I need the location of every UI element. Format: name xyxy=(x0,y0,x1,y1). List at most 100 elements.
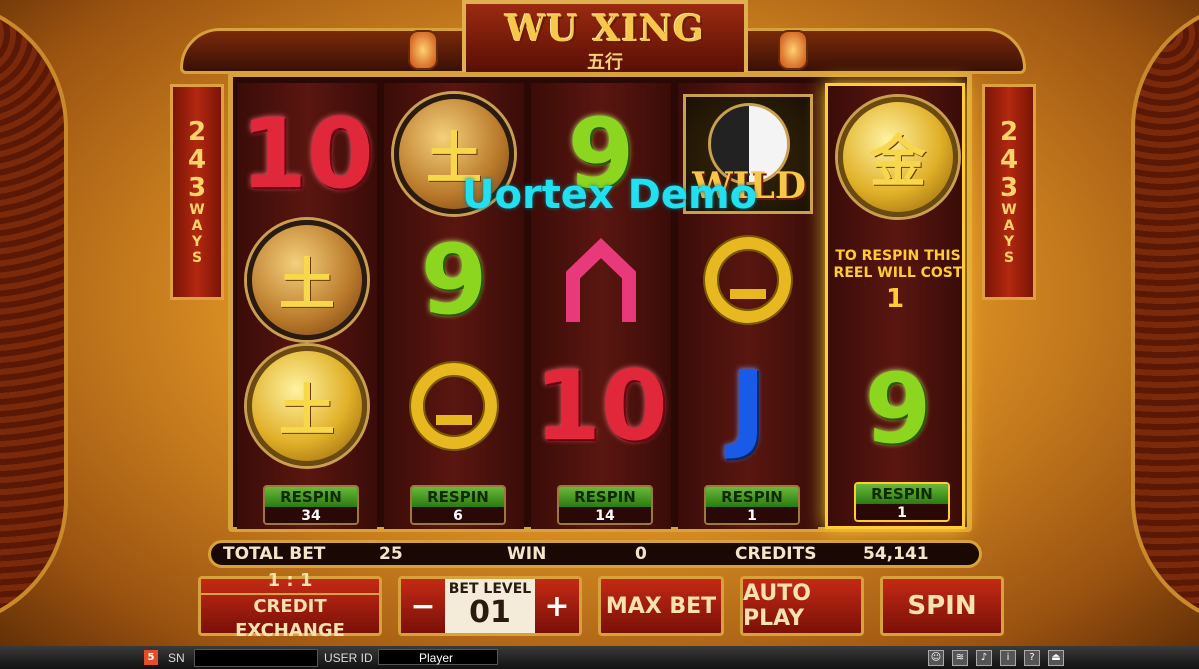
earth-coin-icon: 土 xyxy=(247,346,367,466)
symbol-earth-coin: 土 xyxy=(237,215,377,345)
credit-exchange-label: CREDIT EXCHANGE xyxy=(201,593,379,643)
lantern-icon xyxy=(778,30,808,70)
reel-3: 9 10 RESPIN 14 xyxy=(531,83,671,529)
symbol-nine: 9 xyxy=(828,344,968,474)
symbol-text: 9 xyxy=(864,353,932,465)
info-bar: TOTAL BET 25 WIN 0 CREDITS 54,141 xyxy=(208,540,982,568)
credit-exchange-button[interactable]: 1 : 1 CREDIT EXCHANGE xyxy=(198,570,382,641)
symbol-text: 9 xyxy=(420,224,488,336)
exchange-ratio: 1 : 1 xyxy=(267,570,313,591)
signal-icon[interactable]: ≋ xyxy=(952,650,968,666)
symbol-jack: J xyxy=(678,341,818,471)
bet-level-control: − BET LEVEL 01 + xyxy=(398,576,582,636)
symbol-nine: 9 xyxy=(384,215,524,345)
user-id-label: USER ID xyxy=(324,651,373,665)
bet-level-value: 01 xyxy=(469,595,511,630)
ace-symbol-icon xyxy=(566,238,636,322)
exit-icon[interactable]: ⏏ xyxy=(1048,650,1064,666)
symbol-ten: 10 xyxy=(531,341,671,471)
symbol-text: 10 xyxy=(534,350,668,462)
reel-1: 10 土 土 RESPIN 34 xyxy=(237,83,377,529)
symbol-metal-coin: 金 xyxy=(828,92,968,222)
symbol-text: J xyxy=(730,350,766,462)
respin-button-reel-2[interactable]: RESPIN 6 xyxy=(410,485,506,525)
ways-letter: A xyxy=(191,218,203,234)
user-id-field: Player xyxy=(378,649,498,665)
ways-banner-left: 2 4 3 W A Y S xyxy=(170,84,224,300)
bet-decrease-button[interactable]: − xyxy=(401,579,445,633)
respin-label: RESPIN xyxy=(559,487,651,507)
ways-digit: 2 xyxy=(999,117,1019,147)
ways-digit: 3 xyxy=(187,173,207,203)
ways-digit: 3 xyxy=(999,173,1019,203)
bet-increase-button[interactable]: + xyxy=(535,579,579,633)
respin-button-reel-1[interactable]: RESPIN 34 xyxy=(263,485,359,525)
credits-label: CREDITS xyxy=(735,544,817,564)
ways-letter: W xyxy=(189,202,205,218)
respin-label: RESPIN xyxy=(856,484,948,504)
auto-play-button[interactable]: AUTO PLAY xyxy=(740,576,864,636)
ways-letter: Y xyxy=(1003,234,1015,250)
respin-count: 34 xyxy=(265,507,357,523)
game-logo: WU XING 五行 xyxy=(462,0,748,76)
status-bar: 5 SN USER ID Player ☺ ≋ ♪ i ? ⏏ xyxy=(0,646,1199,669)
ways-letter: A xyxy=(1003,218,1015,234)
respin-count: 6 xyxy=(412,507,504,523)
sn-label: SN xyxy=(168,651,185,665)
demo-watermark: Uortex Demo xyxy=(462,172,758,218)
respin-cost-note: TO RESPIN THIS REEL WILL COST xyxy=(833,248,963,281)
ways-letter: Y xyxy=(191,234,203,250)
respin-button-reel-4[interactable]: RESPIN 1 xyxy=(704,485,800,525)
respin-count: 14 xyxy=(559,507,651,523)
ways-digit: 4 xyxy=(187,145,207,175)
bet-level-display: BET LEVEL 01 xyxy=(445,579,535,633)
spin-button[interactable]: SPIN xyxy=(880,576,1004,636)
reel-2: 土 9 RESPIN 6 xyxy=(384,83,524,529)
credits-value: 54,141 xyxy=(863,544,929,564)
total-bet-value: 25 xyxy=(379,544,403,564)
game-subtitle: 五行 xyxy=(587,52,623,73)
game-stage: WU XING 五行 2 4 3 W A Y S 2 4 3 W A Y S 1… xyxy=(0,0,1199,669)
respin-count: 1 xyxy=(856,504,948,520)
symbol-text: 10 xyxy=(240,98,374,210)
queen-symbol-icon xyxy=(411,363,497,449)
ways-banner-right: 2 4 3 W A Y S xyxy=(982,84,1036,300)
game-title: WU XING xyxy=(505,8,705,50)
reel-5: 金 TO RESPIN THIS REEL WILL COST 1 9 RESP… xyxy=(825,83,965,529)
total-bet-label: TOTAL BET xyxy=(223,544,326,564)
account-icon[interactable]: ☺ xyxy=(928,650,944,666)
lantern-icon xyxy=(408,30,438,70)
left-drape xyxy=(0,0,68,628)
respin-count: 1 xyxy=(706,507,798,523)
respin-button-reel-3[interactable]: RESPIN 14 xyxy=(557,485,653,525)
symbol-queen xyxy=(384,341,524,471)
symbol-queen xyxy=(678,215,818,345)
metal-coin-icon: 金 xyxy=(838,97,958,217)
earth-coin-icon: 土 xyxy=(247,220,367,340)
respin-button-reel-5[interactable]: RESPIN 1 xyxy=(854,482,950,522)
sn-field xyxy=(194,649,318,667)
reel-frame: 10 土 土 RESPIN 34 土 9 RESPIN 6 9 10 RESPI… xyxy=(228,72,972,532)
ways-letter: W xyxy=(1001,202,1017,218)
symbol-earth-coin: 土 xyxy=(237,341,377,471)
ways-digit: 2 xyxy=(187,117,207,147)
respin-label: RESPIN xyxy=(412,487,504,507)
symbol-ace xyxy=(531,215,671,345)
respin-label: RESPIN xyxy=(706,487,798,507)
sound-icon[interactable]: ♪ xyxy=(976,650,992,666)
symbol-ten: 10 xyxy=(237,89,377,219)
html5-icon: 5 xyxy=(144,650,158,665)
max-bet-button[interactable]: MAX BET xyxy=(598,576,724,636)
help-icon[interactable]: ? xyxy=(1024,650,1040,666)
reel-4: WILD J RESPIN 1 xyxy=(678,83,818,529)
ways-digit: 4 xyxy=(999,145,1019,175)
win-label: WIN xyxy=(507,544,547,564)
win-value: 0 xyxy=(635,544,647,564)
respin-cost-value: 1 xyxy=(885,284,905,314)
ways-letter: S xyxy=(191,250,203,266)
ways-letter: S xyxy=(1003,250,1015,266)
info-icon[interactable]: i xyxy=(1000,650,1016,666)
right-drape xyxy=(1131,0,1199,628)
queen-symbol-icon xyxy=(705,237,791,323)
respin-label: RESPIN xyxy=(265,487,357,507)
